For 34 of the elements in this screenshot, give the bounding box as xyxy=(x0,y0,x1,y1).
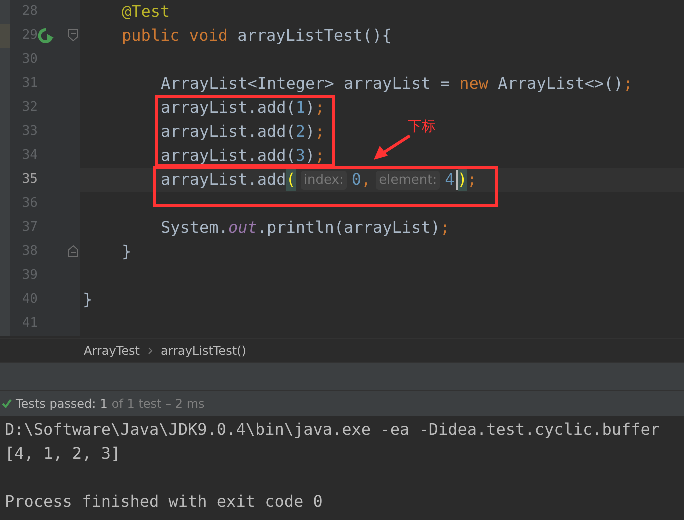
code-text: , xyxy=(361,169,372,191)
chevron-icon xyxy=(148,346,153,354)
parameter-hint: element: xyxy=(376,170,440,190)
code-line: arrayList.add(3); xyxy=(160,145,325,167)
code-line: public void arrayListTest(){ xyxy=(121,25,392,47)
status-count: 1 xyxy=(100,396,108,412)
code-line: } xyxy=(82,289,93,311)
run-icon[interactable] xyxy=(38,28,56,44)
arrow-icon xyxy=(372,134,412,162)
code-text: ( xyxy=(286,169,296,191)
console-line: Process finished with exit code 0 xyxy=(5,491,324,513)
code-line: arrayList.add(1); xyxy=(160,97,325,119)
code-line: arrayList.add(2); xyxy=(160,121,325,143)
callout-label: 下标 xyxy=(408,118,436,137)
code-text: ; xyxy=(467,169,478,191)
console-line: D:\Software\Java\JDK9.0.4\bin\java.exe -ea -Didea.test.cyclic.buffer xyxy=(5,419,662,441)
code-line: System.out.println(arrayList); xyxy=(160,217,450,239)
status-detail: of 1 test – 2 ms xyxy=(112,396,205,412)
fold-icon[interactable] xyxy=(68,29,79,42)
code-text: 0 xyxy=(352,169,362,191)
console-line: [4, 1, 2, 3] xyxy=(5,443,122,465)
line-number: 35 xyxy=(21,171,38,190)
code-text: arrayList.add xyxy=(161,169,286,191)
code-line: ArrayList<Integer> arrayList = new ArrayList<>(); xyxy=(160,73,634,95)
code-text: ) xyxy=(458,169,468,191)
code-line: } xyxy=(121,241,132,263)
breadcrumb-item[interactable]: arrayListTest() xyxy=(160,342,246,360)
fold-icon[interactable] xyxy=(68,245,79,258)
code-text: 4 xyxy=(445,169,455,191)
breadcrumb-item[interactable]: ArrayTest xyxy=(84,342,140,360)
status-label: Tests passed: xyxy=(16,396,96,412)
code-line: @Test xyxy=(121,1,170,23)
side-panel-edge xyxy=(0,24,10,48)
parameter-hint: index: xyxy=(300,170,347,190)
